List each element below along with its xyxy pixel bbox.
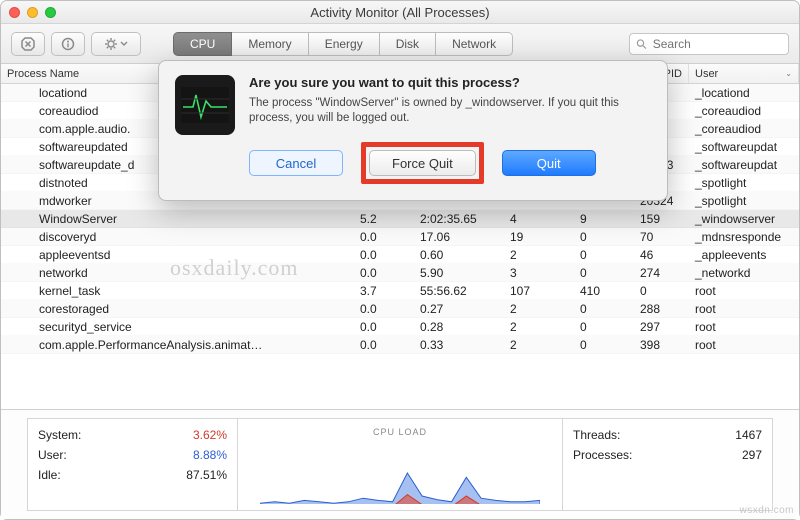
column-process-name[interactable]: Process Name bbox=[1, 64, 354, 83]
column-threads[interactable] bbox=[504, 64, 574, 83]
threads-label: Threads: bbox=[573, 425, 620, 445]
info-icon bbox=[61, 37, 75, 51]
table-row[interactable]: locationd76_locationd bbox=[1, 84, 799, 102]
search-field[interactable] bbox=[629, 33, 789, 55]
table-row[interactable]: softwareupdate_d22253_softwareupdat bbox=[1, 156, 799, 174]
table-row[interactable]: kernel_task3.755:56.621074100root bbox=[1, 282, 799, 300]
resource-tabs: CPU Memory Energy Disk Network bbox=[173, 32, 513, 56]
tab-cpu[interactable]: CPU bbox=[173, 32, 232, 56]
stop-icon bbox=[21, 37, 35, 51]
column-idle-wakeups[interactable] bbox=[574, 64, 634, 83]
idle-label: Idle: bbox=[38, 465, 61, 485]
window-zoom-button[interactable] bbox=[45, 7, 56, 18]
inspect-process-button[interactable] bbox=[51, 32, 85, 56]
activity-monitor-window: Activity Monitor (All Processes) bbox=[0, 0, 800, 520]
table-row[interactable]: securityd_service0.00.2820297root bbox=[1, 318, 799, 336]
search-icon bbox=[636, 38, 647, 50]
column-cpu[interactable] bbox=[354, 64, 414, 83]
toolbar: CPU Memory Energy Disk Network bbox=[1, 24, 799, 64]
table-row[interactable]: WindowServer5.22:02:35.6549159_windowser… bbox=[1, 210, 799, 228]
table-row[interactable]: softwareupdated389_softwareupdat bbox=[1, 138, 799, 156]
table-row[interactable]: networkd0.05.9030274_networkd bbox=[1, 264, 799, 282]
cpu-summary-panel: System: 3.62% User: 8.88% Idle: 87.51% bbox=[27, 418, 237, 511]
column-user[interactable]: User ⌄ bbox=[689, 64, 799, 83]
system-value: 3.62% bbox=[193, 425, 227, 445]
table-row[interactable]: coreaudiod323_coreaudiod bbox=[1, 102, 799, 120]
search-input[interactable] bbox=[651, 36, 782, 52]
cpu-load-chart-panel: CPU LOAD bbox=[237, 418, 563, 511]
table-row[interactable]: com.apple.audio.326_coreaudiod bbox=[1, 120, 799, 138]
table-row[interactable]: mdworker20324_spotlight bbox=[1, 192, 799, 210]
sort-indicator-icon: ⌄ bbox=[785, 69, 792, 78]
footer: System: 3.62% User: 8.88% Idle: 87.51% C… bbox=[1, 409, 799, 519]
processes-value: 297 bbox=[742, 445, 762, 465]
window-close-button[interactable] bbox=[9, 7, 20, 18]
table-header: Process Name PID User ⌄ bbox=[1, 64, 799, 84]
action-menu-button[interactable] bbox=[91, 32, 141, 56]
table-row[interactable]: corestoraged0.00.2720288root bbox=[1, 300, 799, 318]
tab-memory[interactable]: Memory bbox=[232, 32, 308, 56]
corner-watermark: wsxdn.com bbox=[739, 505, 794, 516]
threads-value: 1467 bbox=[735, 425, 762, 445]
window-minimize-button[interactable] bbox=[27, 7, 38, 18]
tab-network[interactable]: Network bbox=[436, 32, 513, 56]
stop-process-button[interactable] bbox=[11, 32, 45, 56]
gear-icon bbox=[104, 37, 118, 51]
counts-panel: Threads: 1467 Processes: 297 bbox=[563, 418, 773, 511]
user-value: 8.88% bbox=[193, 445, 227, 465]
process-table-body: locationd76_locationdcoreaudiod323_corea… bbox=[1, 84, 799, 409]
table-row[interactable]: discoveryd0.017.0619070_mdnsresponde bbox=[1, 228, 799, 246]
table-row[interactable]: appleeventsd0.00.602046_appleevents bbox=[1, 246, 799, 264]
table-row[interactable]: com.apple.PerformanceAnalysis.animat…0.0… bbox=[1, 336, 799, 354]
system-label: System: bbox=[38, 425, 81, 445]
tab-disk[interactable]: Disk bbox=[380, 32, 436, 56]
titlebar: Activity Monitor (All Processes) bbox=[1, 1, 799, 24]
column-pid[interactable]: PID bbox=[634, 64, 689, 83]
tab-energy[interactable]: Energy bbox=[309, 32, 380, 56]
window-title: Activity Monitor (All Processes) bbox=[1, 5, 799, 20]
chevron-down-icon bbox=[120, 40, 128, 48]
processes-label: Processes: bbox=[573, 445, 632, 465]
chart-title: CPU LOAD bbox=[373, 427, 427, 437]
column-cpu-time[interactable] bbox=[414, 64, 504, 83]
table-row[interactable]: distnoted569_spotlight bbox=[1, 174, 799, 192]
cpu-load-chart bbox=[260, 437, 540, 504]
idle-value: 87.51% bbox=[186, 465, 227, 485]
user-label: User: bbox=[38, 445, 67, 465]
